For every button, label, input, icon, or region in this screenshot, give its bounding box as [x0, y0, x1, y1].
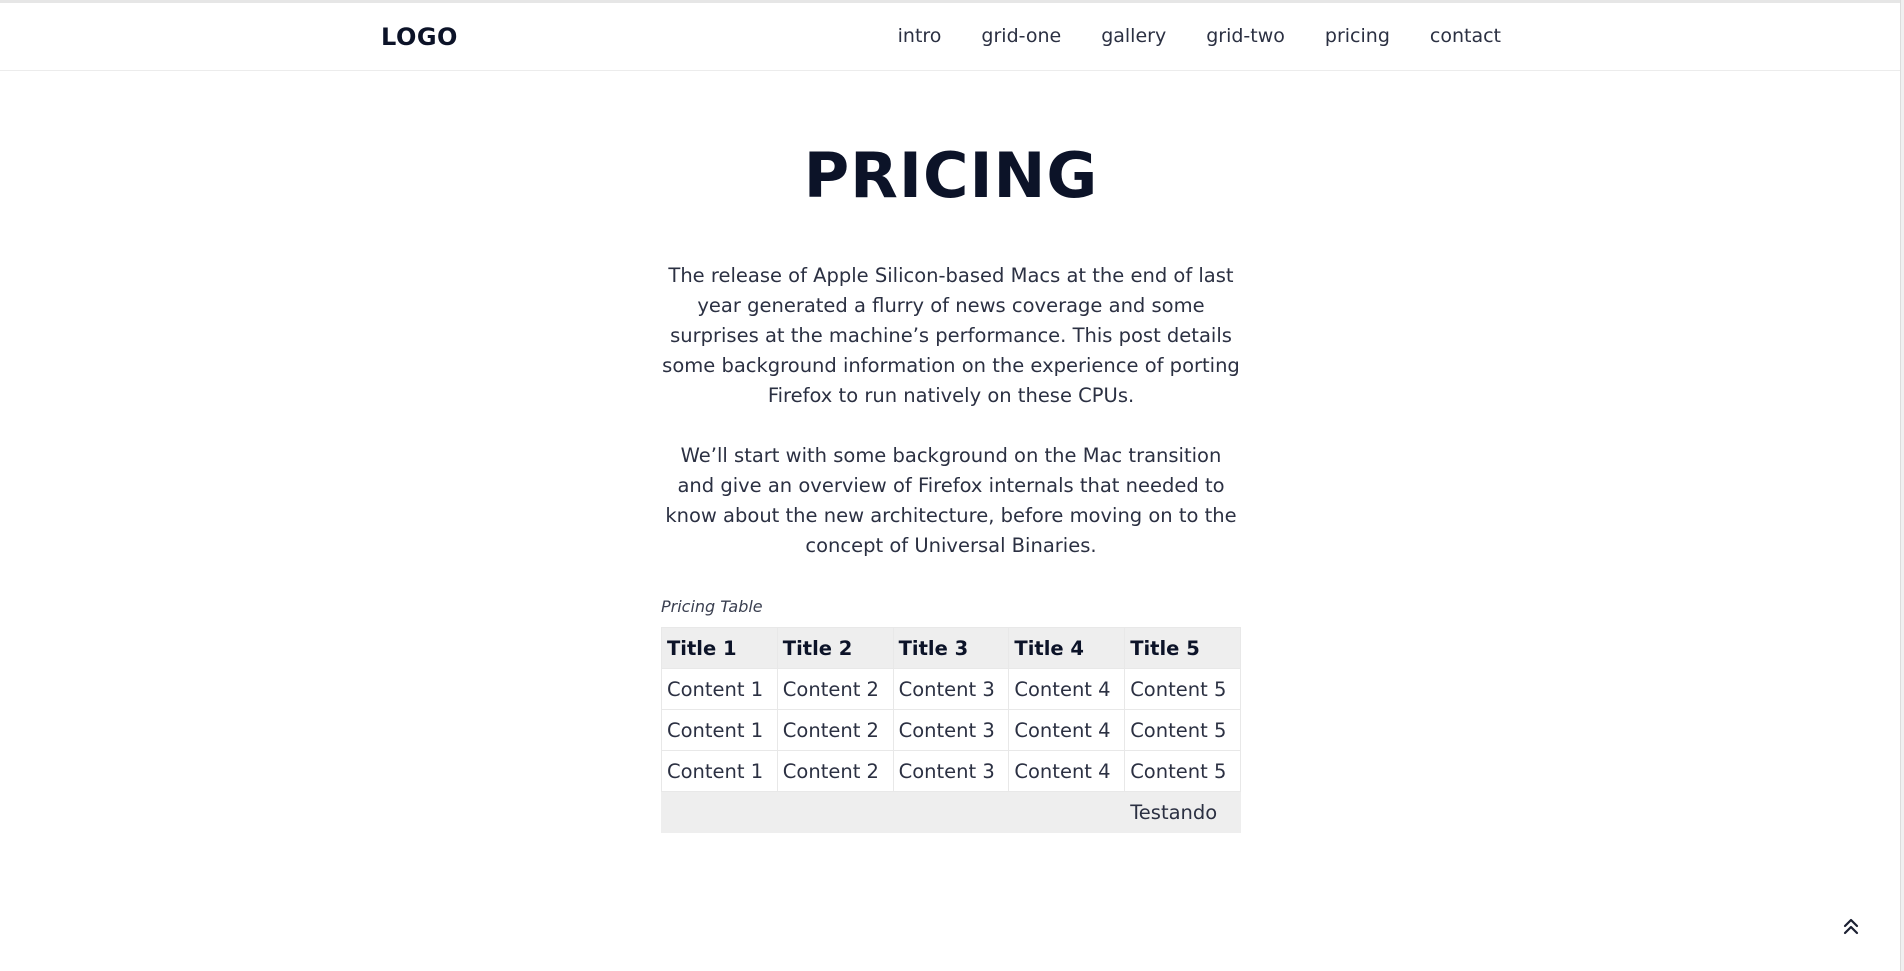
table-cell: Content 1	[661, 709, 778, 751]
scrollbar[interactable]	[1900, 0, 1904, 971]
column-header: Title 2	[776, 627, 894, 669]
nav-link-contact[interactable]: contact	[1430, 25, 1501, 47]
table-cell: Content 2	[776, 668, 894, 710]
table-cell: Content 1	[661, 750, 778, 792]
pricing-section: PRICING The release of Apple Silicon-bas…	[660, 71, 1241, 833]
table-footer-row: Testando	[660, 791, 1241, 833]
table-cell: Content 3	[892, 668, 1010, 710]
logo[interactable]: LOGO	[381, 23, 458, 51]
table-cell: Content 3	[892, 709, 1010, 751]
column-header: Title 3	[892, 627, 1010, 669]
table-footer-cell: Testando	[1124, 791, 1241, 833]
table-footer-spacer	[660, 791, 1126, 833]
table-cell: Content 5	[1124, 668, 1241, 710]
table-caption: Pricing Table	[661, 597, 763, 616]
table-cell: Content 5	[1124, 709, 1241, 751]
nav-link-gallery[interactable]: gallery	[1101, 25, 1166, 47]
intro-paragraph: The release of Apple Silicon-based Macs …	[662, 264, 1240, 407]
table-cell: Content 2	[776, 750, 894, 792]
table-cell: Content 4	[1008, 709, 1126, 751]
nav-link-grid-one[interactable]: grid-one	[981, 25, 1061, 47]
table-cell: Content 5	[1124, 750, 1241, 792]
table-cell: Content 1	[661, 668, 778, 710]
double-chevron-up-icon	[1843, 918, 1859, 935]
column-header: Title 4	[1008, 627, 1126, 669]
column-header: Title 1	[661, 627, 778, 669]
page-title: PRICING	[803, 139, 1099, 212]
table-row: Content 1 Content 2 Content 3 Content 4 …	[661, 709, 1241, 751]
site-header: LOGO intro grid-one gallery grid-two pri…	[0, 3, 1904, 71]
pricing-table: Title 1 Title 2 Title 3 Title 4 Title 5 …	[660, 627, 1241, 833]
table-row: Content 1 Content 2 Content 3 Content 4 …	[661, 668, 1241, 710]
table-cell: Content 3	[892, 750, 1010, 792]
nav-link-pricing[interactable]: pricing	[1325, 25, 1390, 47]
table-cell: Content 4	[1008, 750, 1126, 792]
table-cell: Content 4	[1008, 668, 1126, 710]
second-paragraph: We’ll start with some background on the …	[665, 444, 1237, 557]
column-header: Title 5	[1124, 627, 1241, 669]
table-row: Content 1 Content 2 Content 3 Content 4 …	[661, 750, 1241, 792]
main-nav: intro grid-one gallery grid-two pricing …	[898, 25, 1501, 47]
table-cell: Content 2	[776, 709, 894, 751]
nav-link-intro[interactable]: intro	[898, 25, 942, 47]
table-header-row: Title 1 Title 2 Title 3 Title 4 Title 5	[661, 627, 1241, 669]
back-to-top-button[interactable]	[1840, 915, 1862, 937]
nav-link-grid-two[interactable]: grid-two	[1206, 25, 1285, 47]
